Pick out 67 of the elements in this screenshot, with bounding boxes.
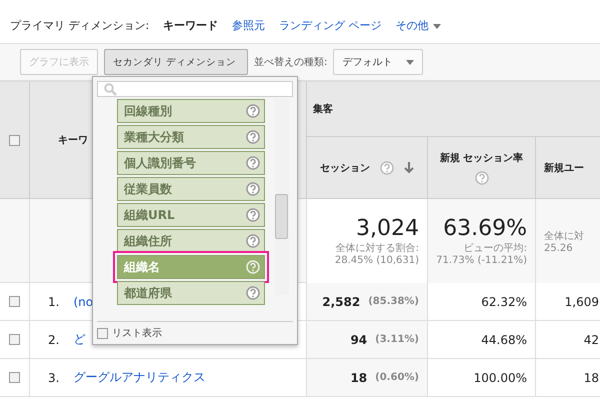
help-icon[interactable] <box>246 156 260 170</box>
sort-type-label: 並べ替えの種類: <box>254 56 328 69</box>
sessions-value: 2,582 <box>322 294 360 308</box>
help-icon[interactable] <box>246 208 260 222</box>
help-icon[interactable] <box>246 104 260 118</box>
column-header[interactable]: 新規ユー <box>544 160 584 174</box>
dimension-link[interactable]: ランディング ページ <box>279 18 382 33</box>
help-icon[interactable] <box>246 130 260 144</box>
help-icon[interactable] <box>246 182 260 196</box>
column-header[interactable]: セッション <box>320 160 370 174</box>
summary-detail: 28.45% (10,631) <box>334 255 419 266</box>
help-icon[interactable] <box>380 160 394 174</box>
group-header: 集客 <box>313 102 333 116</box>
new-session-rate: 44.68% <box>481 332 527 346</box>
sort-arrow-icon <box>404 162 414 174</box>
sort-type-dropdown[interactable]: デフォルト <box>333 49 424 75</box>
sessions-value: 94 <box>350 332 368 346</box>
new-users-value: 18 <box>584 370 599 384</box>
dimension-option[interactable]: 個人識別番号 <box>117 151 265 175</box>
scrollbar-thumb[interactable] <box>275 194 288 239</box>
sessions-share: (0.60%) <box>375 372 419 383</box>
sessions-value: 18 <box>350 370 368 384</box>
dimension-option[interactable]: 業種大分類 <box>117 125 265 149</box>
summary-value: 63.69% <box>443 216 527 241</box>
dimension-link[interactable]: その他 <box>396 18 441 33</box>
summary-label: 全体に対 <box>544 230 584 242</box>
row-checkbox[interactable] <box>9 334 20 345</box>
secondary-dimension-button[interactable]: セカンダリ ディメンション <box>104 49 248 75</box>
keyword-link[interactable]: ど <box>73 331 86 348</box>
keyword-link[interactable]: (no <box>73 294 94 308</box>
list-view-checkbox[interactable] <box>97 328 108 338</box>
row-number: 1. <box>48 294 60 308</box>
caret-icon <box>432 24 441 29</box>
sessions-share: (3.11%) <box>375 334 419 345</box>
dimension-link[interactable]: キーワード <box>163 18 218 33</box>
summary-detail: 71.73% (-11.21%) <box>436 255 527 266</box>
select-all-checkbox[interactable] <box>9 134 20 146</box>
summary-detail: 25.26 <box>544 242 573 254</box>
dimension-option[interactable]: 回線種別 <box>117 99 265 123</box>
help-icon[interactable] <box>246 234 260 248</box>
row-number: 3. <box>48 370 60 384</box>
search-field[interactable] <box>97 81 293 97</box>
help-icon[interactable] <box>474 170 488 184</box>
row-number: 2. <box>48 332 60 346</box>
keyword-link[interactable]: グーグルアナリティクス <box>73 369 206 386</box>
sessions-share: (85.38%) <box>368 296 419 307</box>
row-checkbox[interactable] <box>9 372 20 383</box>
help-icon[interactable] <box>246 286 260 300</box>
dimension-link[interactable]: 参照元 <box>232 18 266 33</box>
new-users-value: 1,609 <box>564 294 599 308</box>
dimension-option[interactable]: 都道府県 <box>117 281 265 305</box>
summary-label: ビューの平均: <box>464 242 527 255</box>
list-view-label: リスト表示 <box>112 326 162 340</box>
search-icon <box>104 82 117 96</box>
dimension-option[interactable]: 従業員数 <box>117 177 265 201</box>
new-users-value: 42 <box>584 332 599 346</box>
primary-dimension-label: プライマリ ディメンション: <box>10 18 150 33</box>
dimension-option[interactable]: 組織住所 <box>117 229 265 253</box>
row-checkbox[interactable] <box>9 296 20 307</box>
new-session-rate: 62.32% <box>481 294 527 308</box>
column-header[interactable]: 新規 セッション率 <box>440 150 524 164</box>
caret-icon <box>406 60 414 64</box>
column-header: キーワ <box>58 134 88 147</box>
summary-value: 3,024 <box>356 216 419 241</box>
new-session-rate: 100.00% <box>474 370 527 384</box>
dimension-option[interactable]: 組織URL <box>117 203 265 227</box>
summary-label: 全体に対する割合: <box>336 242 419 255</box>
